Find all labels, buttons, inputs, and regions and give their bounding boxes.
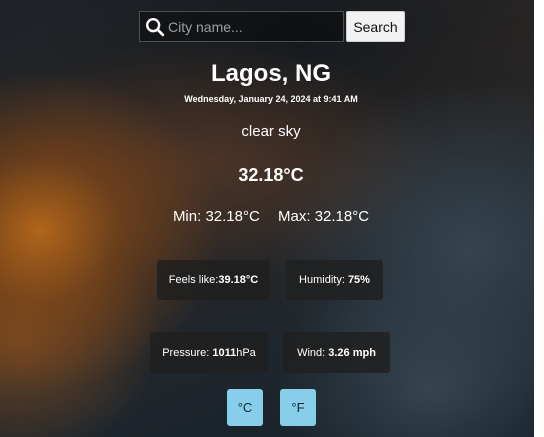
celsius-button[interactable]: °C [227,389,263,426]
search-input[interactable] [168,18,338,35]
max-label: Max: [278,208,311,225]
feels-like-card: Feels like: 39.18°C [157,260,270,300]
humidity-card: Humidity: 75% [286,260,383,300]
humidity-label: Humidity: [299,274,345,286]
weather-description: clear sky [241,123,301,140]
pressure-card: Pressure: 1011 hPa [150,332,268,373]
min-temp: Min: 32.18°C [173,208,264,225]
feels-like-label: Feels like: [168,274,219,286]
wind-value: 3.26 mph [328,346,376,359]
pressure-value: 1011 [212,346,237,359]
weather-app: Search Lagos, NG Wednesday, January 24, … [0,0,544,437]
wind-card: Wind: 3.26 mph [283,332,390,373]
pressure-unit: hPa [236,346,256,359]
feels-like-value: 39.18°C [218,274,259,286]
max-value: 32.18°C [314,208,370,225]
humidity-value: 75% [347,274,370,286]
search-box[interactable] [139,11,344,42]
max-temp: Max: 32.18°C [278,208,369,225]
min-label: Min: [172,208,202,225]
search-icon [146,17,165,36]
min-value: 32.18°C [205,208,260,225]
search-bar: Search [139,11,405,42]
pressure-label: Pressure: [162,346,210,359]
city-name: Lagos, NG [210,60,331,87]
wind-label: Wind: [297,346,326,359]
search-button[interactable]: Search [346,11,405,42]
fahrenheit-button[interactable]: °F [280,389,316,426]
current-temperature: 32.18°C [238,165,304,185]
min-max-temperature: Min: 32.18°C Max: 32.18°C [0,208,542,225]
date-time: Wednesday, January 24, 2024 at 9:41 AM [184,94,358,104]
